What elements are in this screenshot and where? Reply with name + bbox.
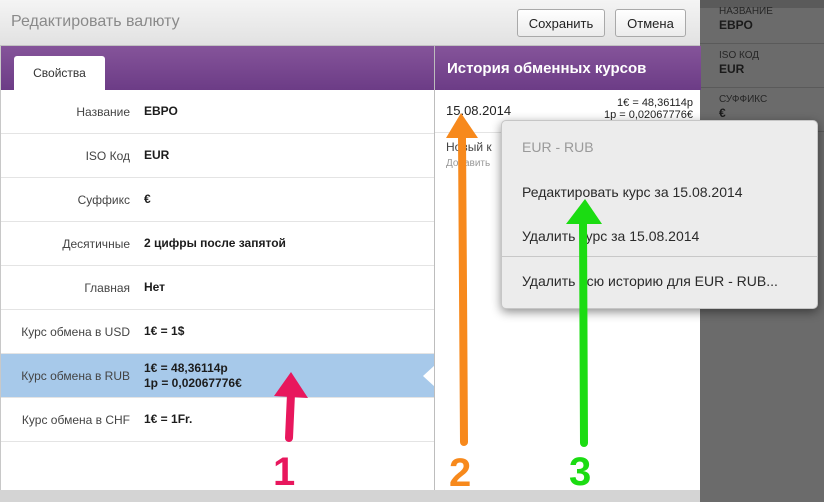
- property-row-name[interactable]: Название ЕВРО: [1, 90, 435, 134]
- properties-list: Название ЕВРО ISO Код EUR Суффикс € Деся…: [1, 90, 435, 442]
- property-value: 1€ = 48,36114р 1р = 0,02067776€: [144, 361, 242, 391]
- rate-history-header: История обменных курсов: [435, 46, 701, 90]
- property-row-suffix[interactable]: Суффикс €: [1, 178, 435, 222]
- context-menu-header: EUR - RUB: [522, 139, 594, 155]
- new-rate-label: Новый к: [446, 140, 492, 154]
- menu-item-delete-history[interactable]: Удалить всю историю для EUR - RUB...: [502, 273, 817, 289]
- context-menu: EUR - RUB Редактировать курс за 15.08.20…: [501, 120, 818, 309]
- property-value: Нет: [144, 280, 166, 294]
- rate-history-title: История обменных курсов: [447, 60, 647, 77]
- property-row-rate-usd[interactable]: Курс обмена в USD 1€ = 1$: [1, 310, 435, 354]
- history-rates: 1€ = 48,36114р 1р = 0,02067776€: [604, 97, 693, 121]
- history-date: 15.08.2014: [446, 103, 512, 118]
- property-label: Курс обмена в CHF: [21, 412, 130, 427]
- property-row-rate-chf[interactable]: Курс обмена в CHF 1€ = 1Fr.: [1, 398, 435, 442]
- cancel-button[interactable]: Отмена: [615, 9, 686, 37]
- save-button[interactable]: Сохранить: [517, 9, 605, 37]
- property-value: ЕВРО: [144, 104, 178, 118]
- background-field-name: НАЗВАНИЕ ЕВРО: [700, 0, 824, 44]
- menu-item-edit-rate[interactable]: Редактировать курс за 15.08.2014: [502, 184, 817, 200]
- dialog-titlebar: Редактировать валюту Сохранить Отмена: [0, 0, 700, 46]
- property-label: Курс обмена в USD: [21, 324, 130, 339]
- property-row-main[interactable]: Главная Нет: [1, 266, 435, 310]
- property-value: 2 цифры после запятой: [144, 236, 286, 250]
- background-field-label: СУФФИКС: [719, 94, 768, 105]
- property-label: Курс обмена в RUB: [21, 368, 130, 383]
- property-value: €: [144, 192, 151, 206]
- property-row-iso[interactable]: ISO Код EUR: [1, 134, 435, 178]
- background-field-value: €: [719, 106, 726, 120]
- property-label: Главная: [84, 280, 130, 295]
- background-field-value: EUR: [719, 62, 745, 76]
- add-rate-link[interactable]: Добавить: [446, 158, 490, 169]
- property-label: Десятичные: [62, 236, 130, 251]
- background-field-iso: ISO КОД EUR: [700, 44, 824, 88]
- dialog-bottom-bar: [0, 490, 700, 502]
- rate-forward: 1€ = 48,36114р: [144, 360, 228, 375]
- menu-item-delete-rate[interactable]: Удалить курс за 15.08.2014: [502, 228, 817, 244]
- tab-bar: Свойства: [1, 46, 435, 90]
- background-field-value: ЕВРО: [719, 18, 753, 32]
- property-label: Суффикс: [77, 192, 130, 207]
- history-rate-forward: 1€ = 48,36114р: [617, 97, 693, 109]
- context-menu-separator: [502, 256, 817, 257]
- tab-properties[interactable]: Свойства: [14, 56, 105, 90]
- dialog-title: Редактировать валюту: [11, 13, 180, 30]
- property-row-rate-rub[interactable]: Курс обмена в RUB 1€ = 48,36114р 1р = 0,…: [1, 354, 435, 398]
- properties-panel: Свойства Название ЕВРО ISO Код EUR Суффи…: [0, 46, 435, 490]
- property-value: 1€ = 1$: [144, 324, 185, 338]
- property-label: ISO Код: [85, 148, 130, 163]
- property-row-decimals[interactable]: Десятичные 2 цифры после запятой: [1, 222, 435, 266]
- property-label: Название: [76, 104, 130, 119]
- rate-reverse: 1р = 0,02067776€: [144, 375, 242, 390]
- property-value: EUR: [144, 148, 170, 162]
- property-value: 1€ = 1Fr.: [144, 412, 193, 426]
- background-field-label: НАЗВАНИЕ: [719, 6, 773, 17]
- background-field-label: ISO КОД: [719, 50, 760, 61]
